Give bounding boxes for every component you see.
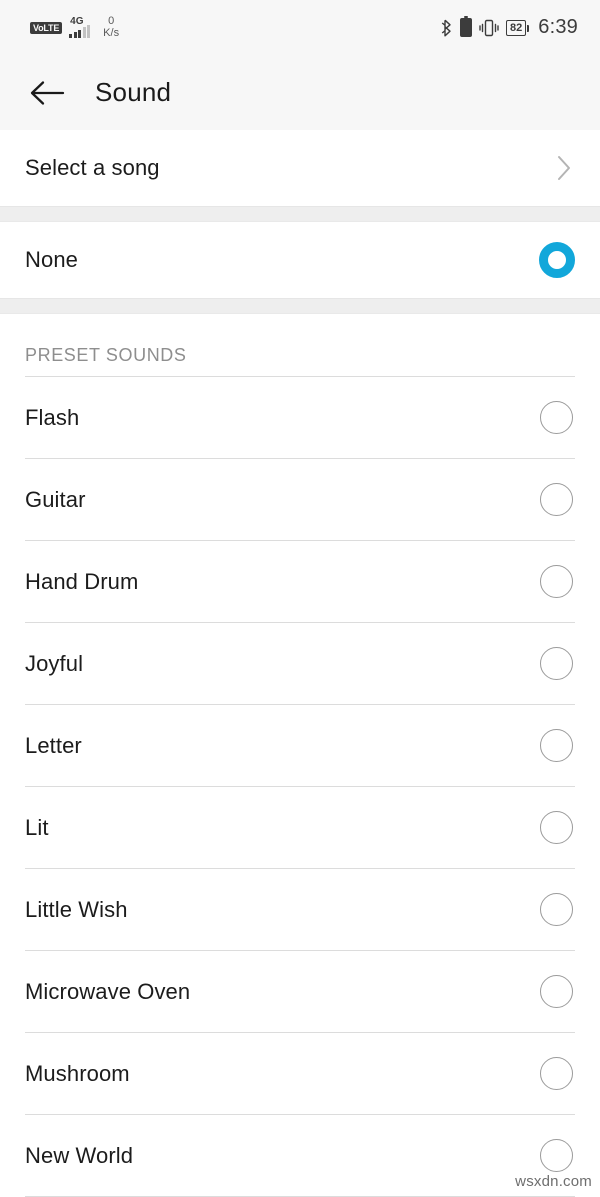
preset-label-guitar: Guitar <box>25 486 86 512</box>
preset-sounds-header-label: PRESET SOUNDS <box>25 345 187 365</box>
radio-microwave-oven[interactable] <box>540 975 573 1008</box>
preset-row-letter[interactable]: Letter <box>0 705 600 786</box>
back-arrow-icon <box>30 80 65 105</box>
option-label-none: None <box>25 247 78 272</box>
page-title: Sound <box>95 77 172 107</box>
radio-selected-none[interactable] <box>539 242 575 278</box>
select-song-block: Select a song <box>0 130 600 206</box>
status-bar-clock: 6:39 <box>538 16 578 38</box>
preset-row-hand-drum[interactable]: Hand Drum <box>0 541 600 622</box>
battery-percent-badge: 82 <box>506 19 530 36</box>
preset-label-microwave-oven: Microwave Oven <box>25 978 191 1004</box>
none-option-block: None <box>0 222 600 298</box>
radio-letter[interactable] <box>540 729 573 762</box>
preset-label-joyful: Joyful <box>25 650 84 676</box>
preset-sounds-header: PRESET SOUNDS <box>0 314 600 376</box>
preset-row-guitar[interactable]: Guitar <box>0 459 600 540</box>
option-row-none[interactable]: None <box>0 222 600 298</box>
section-gap-2 <box>0 298 600 314</box>
bluetooth-icon <box>441 19 451 36</box>
radio-joyful[interactable] <box>540 647 573 680</box>
vibrate-icon <box>479 19 499 36</box>
preset-label-letter: Letter <box>25 732 82 758</box>
preset-label-new-world: New World <box>25 1142 134 1168</box>
network-type-label: 4G <box>70 16 84 27</box>
preset-label-flash: Flash <box>25 404 80 430</box>
chevron-right-icon <box>558 156 570 180</box>
status-bar-right: 82 6:39 <box>441 15 578 39</box>
network-speed-value: 0 <box>108 15 115 27</box>
preset-row-mushroom[interactable]: Mushroom <box>0 1033 600 1114</box>
watermark: wsxdn.com <box>515 1173 592 1190</box>
preset-label-mushroom: Mushroom <box>25 1060 130 1086</box>
status-bar: VoLTE 4G 0 K/s 82 6:39 <box>0 0 600 55</box>
preset-label-hand-drum: Hand Drum <box>25 568 139 594</box>
radio-flash[interactable] <box>540 401 573 434</box>
radio-lit[interactable] <box>540 811 573 844</box>
battery-icon <box>460 15 473 37</box>
radio-new-world[interactable] <box>540 1139 573 1172</box>
preset-row-joyful[interactable]: Joyful <box>0 623 600 704</box>
preset-row-little-wish[interactable]: Little Wish <box>0 869 600 950</box>
radio-hand-drum[interactable] <box>540 565 573 598</box>
back-button[interactable] <box>27 73 67 113</box>
preset-sounds-block: PRESET SOUNDS Flash Guitar Hand Drum Joy… <box>0 314 600 1197</box>
preset-row-flash[interactable]: Flash <box>0 377 600 458</box>
preset-row-microwave-oven[interactable]: Microwave Oven <box>0 951 600 1032</box>
signal-bars-icon: 4G <box>69 16 91 38</box>
radio-guitar[interactable] <box>540 483 573 516</box>
app-bar: Sound <box>0 55 600 130</box>
status-bar-left: VoLTE 4G 0 K/s <box>30 15 119 40</box>
preset-row-lit[interactable]: Lit <box>0 787 600 868</box>
signal-strength-icon <box>69 25 91 38</box>
network-speed-unit: K/s <box>103 27 120 39</box>
preset-label-lit: Lit <box>25 814 49 840</box>
preset-row-new-world[interactable]: New World <box>0 1115 600 1196</box>
network-speed: 0 K/s <box>103 15 119 40</box>
radio-mushroom[interactable] <box>540 1057 573 1090</box>
volte-icon: VoLTE <box>30 21 63 34</box>
section-gap-1 <box>0 206 600 222</box>
preset-label-little-wish: Little Wish <box>25 896 128 922</box>
select-a-song-label: Select a song <box>25 155 160 180</box>
radio-little-wish[interactable] <box>540 893 573 926</box>
select-a-song-row[interactable]: Select a song <box>0 130 600 206</box>
